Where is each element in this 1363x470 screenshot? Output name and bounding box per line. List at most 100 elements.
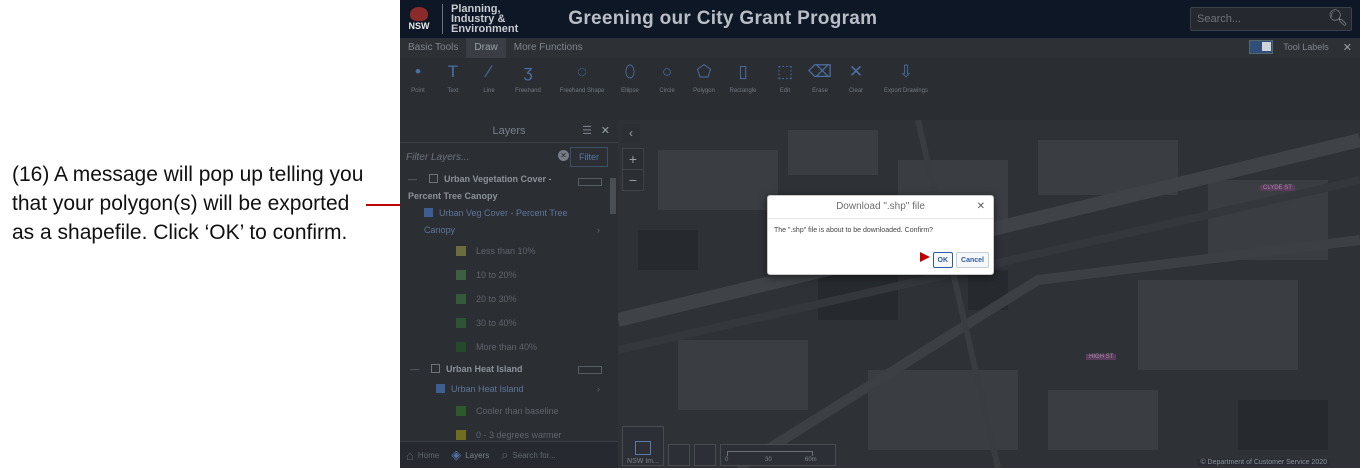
tab-basic-tools[interactable]: Basic Tools — [400, 38, 466, 58]
map-bottom-controls: NSW Im... 0 30 60m — [622, 426, 836, 466]
app-header: NSW Planning, Industry & Environment Gre… — [400, 0, 1360, 38]
freehand-icon: ʒ — [523, 62, 533, 81]
layers-panel-header: Layers ☰ ✕ — [400, 120, 618, 143]
export-drawings-icon: ⇩ — [898, 62, 914, 81]
zoom-control: + − — [622, 148, 644, 191]
legend-swatch — [456, 270, 466, 280]
tool-freehand-shape[interactable]: ◌ Freehand Shape — [560, 62, 605, 94]
filter-row: ✕ Filter — [400, 143, 618, 171]
tool-label: Clear — [848, 88, 864, 94]
circle-icon: ○ — [661, 62, 673, 81]
bottom-tab-layers[interactable]: ◈ Layers — [445, 442, 495, 468]
collapse-icon[interactable]: — — [410, 364, 419, 374]
tool-label: Export Drawings — [884, 88, 929, 94]
agency-name: Planning, Industry & Environment — [442, 4, 518, 35]
home-icon: ⌂ — [406, 447, 414, 463]
legend-label: Cooler than baseline — [476, 406, 559, 416]
map-tool-button[interactable] — [668, 444, 690, 466]
rectangle-icon: ▯ — [738, 62, 748, 81]
tool-export-drawings[interactable]: ⇩ Export Drawings — [884, 62, 929, 94]
sublayer-checkbox[interactable] — [436, 384, 445, 393]
opacity-slider[interactable] — [578, 178, 602, 186]
bottom-tab-search[interactable]: ⌕ Search for... — [495, 442, 561, 468]
layers-icon: ◈ — [451, 447, 462, 462]
sublayer-row[interactable]: Urban Veg Cover - Percent Tree Canopy › — [400, 205, 618, 239]
layer-group-row[interactable]: — Urban Heat Island — [400, 359, 618, 379]
freehand-shape-icon: ◌ — [576, 62, 588, 81]
sublayer-checkbox[interactable] — [424, 208, 433, 217]
ribbon-close-icon[interactable]: ✕ — [1343, 41, 1352, 54]
legend-item: 20 to 30% — [400, 287, 618, 311]
sublayer-name: Urban Veg Cover - Percent Tree Canopy — [424, 208, 568, 235]
zoom-out-button[interactable]: − — [623, 169, 643, 190]
tool-freehand[interactable]: ʒ Freehand — [508, 62, 548, 94]
filter-button[interactable]: Filter — [570, 147, 608, 167]
point-icon: • — [415, 62, 421, 81]
instruction-text: (16) A message will pop up telling you t… — [12, 163, 364, 244]
layers-panel: Layers ☰ ✕ ✕ Filter —Urban Vegetation Co… — [400, 120, 619, 468]
tool-label: Line — [483, 88, 495, 94]
polygon-icon: ⬠ — [696, 62, 712, 81]
legend-label: 20 to 30% — [476, 294, 517, 304]
layer-group-row[interactable]: — Urban Vegetation Cover - Percent Tree C… — [400, 171, 618, 205]
layer-checkbox[interactable] — [431, 364, 440, 373]
layer-tree-scrollbar[interactable] — [610, 178, 616, 438]
tool-text[interactable]: T Text — [433, 62, 473, 94]
dialog-close-icon[interactable]: ✕ — [977, 196, 985, 218]
sublayer-name: Urban Heat Island — [451, 384, 524, 394]
tool-labels-toggle[interactable] — [1249, 40, 1274, 54]
tool-ellipse[interactable]: ⬯ Ellipse — [610, 62, 650, 94]
search-icon[interactable]: 🔍︎ — [1328, 8, 1348, 28]
tool-polygon[interactable]: ⬠ Polygon — [684, 62, 724, 94]
dialog-message: The ".shp" file is about to be downloade… — [774, 227, 934, 234]
map-attribution: © Department of Customer Service 2020 — [1197, 459, 1330, 466]
legend-swatch — [456, 318, 466, 328]
erase-icon: ⌫ — [807, 62, 833, 81]
chevron-right-icon[interactable]: › — [597, 222, 600, 239]
dialog-actions: OK Cancel — [932, 252, 989, 268]
tool-label: Ellipse — [621, 88, 639, 94]
list-menu-icon[interactable]: ☰ — [582, 120, 592, 142]
tool-clear[interactable]: ✕ Clear — [836, 62, 876, 94]
legend-swatch — [456, 294, 466, 304]
map-tool-button[interactable] — [694, 444, 716, 466]
panel-close-icon[interactable]: ✕ — [601, 120, 610, 142]
ok-button[interactable]: OK — [932, 252, 954, 268]
basemap-button[interactable]: NSW Im... — [622, 426, 664, 466]
ellipse-icon: ⬯ — [624, 62, 636, 81]
tool-edit[interactable]: ⬚ Edit — [765, 62, 805, 94]
basemap-icon — [635, 441, 651, 455]
scrollbar-thumb[interactable] — [610, 178, 616, 214]
tool-erase[interactable]: ⌫ Erase — [800, 62, 840, 94]
layer-checkbox[interactable] — [429, 174, 438, 183]
legend-swatch — [456, 246, 466, 256]
legend-item: Less than 10% — [400, 239, 618, 263]
tab-more-functions[interactable]: More Functions — [506, 38, 591, 58]
filter-layers-input[interactable] — [404, 148, 558, 166]
clear-filter-icon[interactable]: ✕ — [558, 150, 569, 161]
layer-group-name: Urban Heat Island — [446, 364, 523, 374]
tab-draw[interactable]: Draw — [466, 38, 506, 58]
collapse-icon[interactable]: — — [408, 174, 417, 184]
chevron-right-icon[interactable]: › — [597, 379, 600, 399]
legend-label: Less than 10% — [476, 246, 536, 256]
tool-line[interactable]: ⁄ Line — [469, 62, 509, 94]
gis-app-window: NSW Planning, Industry & Environment Gre… — [400, 0, 1360, 468]
legend-label: 30 to 40% — [476, 318, 517, 328]
bottom-tab-home[interactable]: ⌂ Home — [400, 442, 445, 468]
map-view[interactable]: ‹ + − CLYDE ST HIGH ST NSW Im... 0 30 60… — [618, 120, 1360, 468]
cancel-button[interactable]: Cancel — [956, 252, 989, 268]
aerial-imagery — [618, 120, 1360, 468]
panel-bottom-tabs: ⌂ Home ◈ Layers ⌕ Search for... — [400, 441, 618, 468]
scale-bar: 0 30 60m — [720, 444, 836, 466]
tool-rectangle[interactable]: ▯ Rectangle — [723, 62, 763, 94]
search-input[interactable] — [1191, 8, 1324, 30]
collapse-panel-button[interactable]: ‹ — [622, 124, 640, 142]
opacity-slider[interactable] — [578, 366, 602, 374]
sublayer-row[interactable]: Urban Heat Island › — [400, 379, 618, 399]
search-for-icon: ⌕ — [501, 447, 509, 462]
zoom-in-button[interactable]: + — [623, 149, 643, 169]
legend-swatch — [456, 406, 466, 416]
clear-icon: ✕ — [848, 62, 864, 81]
tool-circle[interactable]: ○ Circle — [647, 62, 687, 94]
